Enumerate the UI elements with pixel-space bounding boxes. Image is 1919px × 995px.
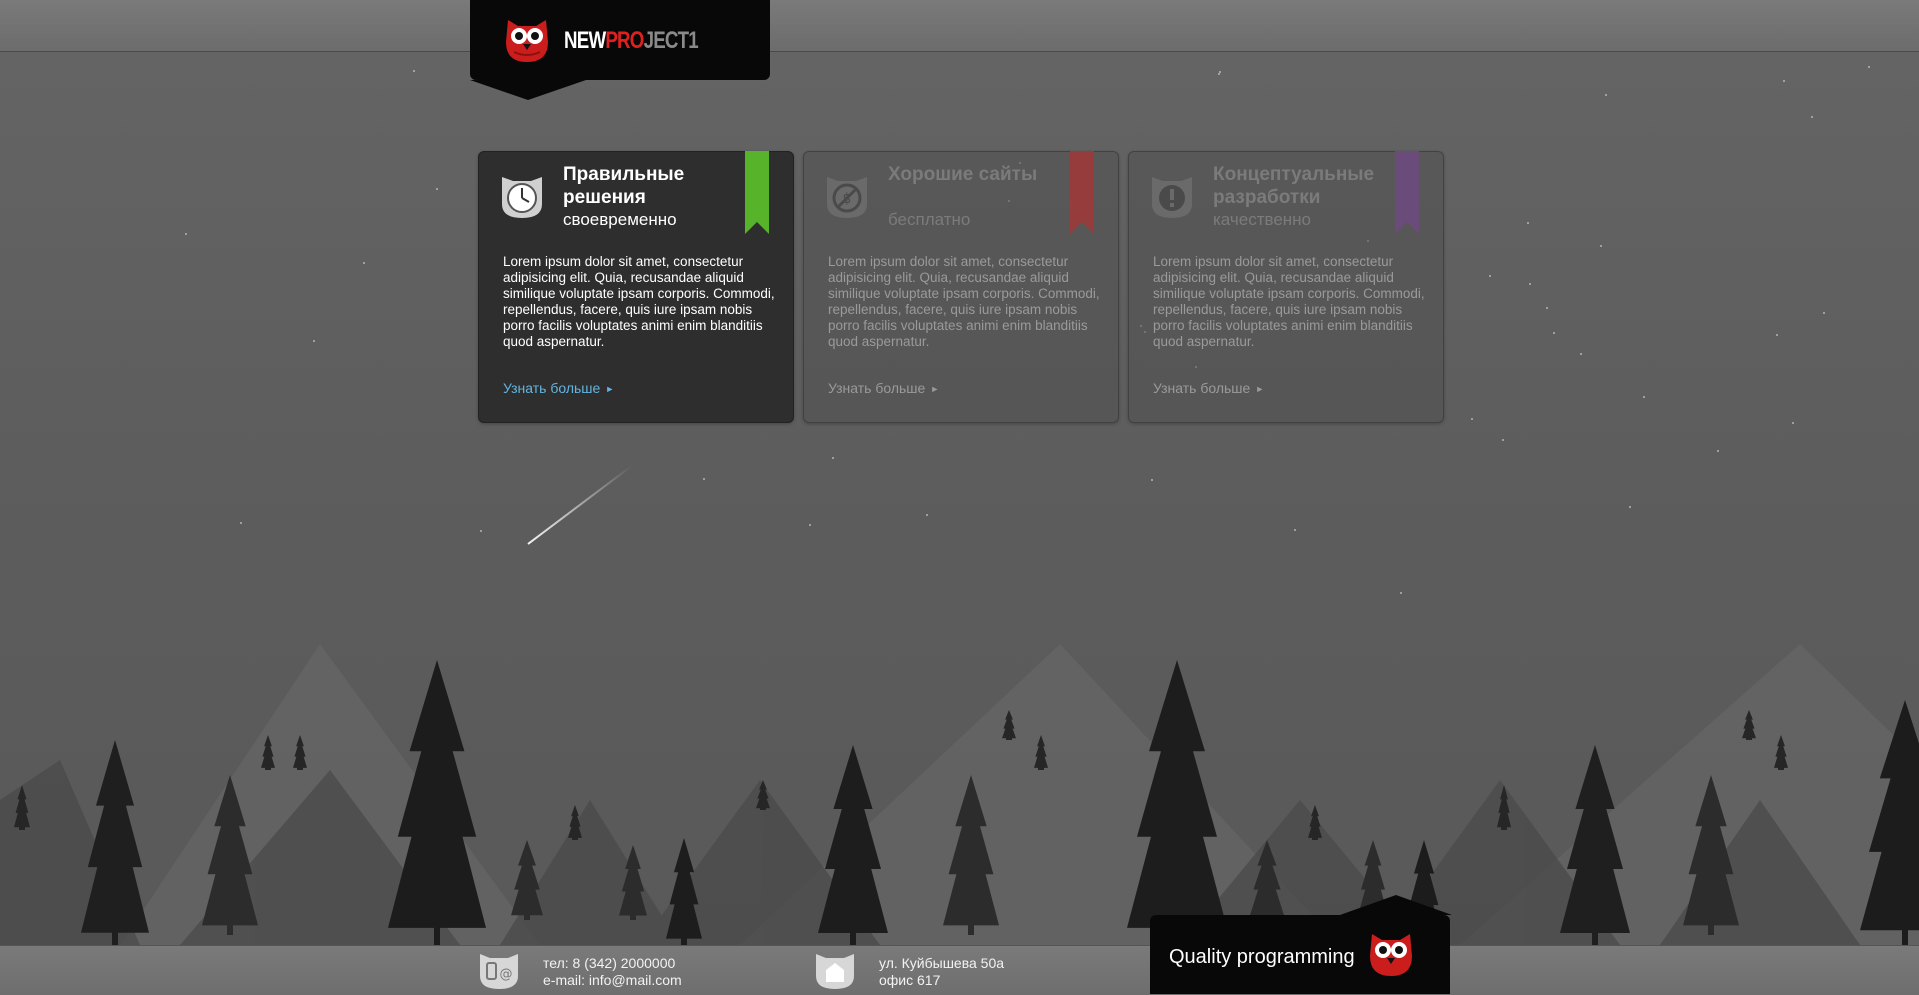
learn-more-label: Узнать больше — [1153, 380, 1251, 396]
learn-more-link[interactable]: Узнать больше ► — [828, 380, 939, 396]
arrow-right-icon: ► — [1255, 384, 1265, 394]
card-subtitle: качественно — [1213, 210, 1312, 229]
owl-logo-icon — [504, 18, 550, 69]
mountain-forest-landscape — [0, 644, 1919, 945]
footer: @ тел: 8 (342) 2000000 e-mail: info@mail… — [0, 945, 1919, 995]
owl-logo-icon — [1368, 932, 1414, 983]
logo-ject: JECT — [643, 27, 690, 54]
card-description: Lorem ipsum dolor sit amet, consectetur … — [828, 254, 1100, 349]
card-title: Правильные решения — [563, 164, 685, 208]
svg-text:$: $ — [843, 191, 852, 207]
feature-card[interactable]: Правильные решения своевременно Lorem ip… — [478, 151, 794, 423]
card-subtitle: своевременно — [563, 210, 677, 229]
feature-card[interactable]: Концептуальные разработки качественно Lo… — [1128, 151, 1444, 423]
site-logo[interactable]: NEWPROJECT1 — [470, 0, 770, 100]
office-number: офис 617 — [879, 972, 941, 988]
learn-more-label: Узнать больше — [828, 380, 926, 396]
learn-more-link[interactable]: Узнать больше ► — [503, 380, 614, 396]
learn-more-link[interactable]: Узнать больше ► — [1153, 380, 1264, 396]
svg-text:@: @ — [500, 967, 513, 982]
email-address[interactable]: e-mail: info@mail.com — [543, 972, 682, 988]
learn-more-label: Узнать больше — [503, 380, 601, 396]
badge-peak — [1340, 895, 1452, 915]
badge-text: Quality programming — [1169, 946, 1355, 968]
card-description: Lorem ipsum dolor sit amet, consectetur … — [1153, 254, 1425, 349]
arrow-right-icon: ► — [605, 384, 615, 394]
exclamation-icon — [1149, 174, 1195, 225]
ribbon-bookmark-red — [1070, 151, 1094, 234]
card-description: Lorem ipsum dolor sit amet, consectetur … — [503, 254, 775, 349]
card-title: Концептуальные разработки — [1213, 164, 1375, 208]
feature-card[interactable]: $ Хорошие сайты бесплатно Lorem ipsum do… — [803, 151, 1119, 423]
quality-badge: Quality programming — [1150, 895, 1452, 994]
pine-tree — [511, 840, 543, 920]
logo-new: NEW — [564, 27, 606, 54]
phone-number[interactable]: тел: 8 (342) 2000000 — [543, 955, 675, 971]
street-address: ул. Куйбышева 50а — [879, 955, 1005, 971]
no-money-icon: $ — [824, 174, 870, 225]
logo-wordmark: NEWPROJECT1 — [564, 27, 699, 55]
logo-pro: PRO — [605, 27, 644, 54]
card-title: Хорошие сайты — [888, 164, 1038, 185]
phone-email-icon: @ — [478, 952, 520, 995]
ribbon-bookmark-green — [745, 151, 769, 234]
home-icon — [814, 952, 856, 995]
arrow-right-icon: ► — [930, 384, 940, 394]
logo-number: 1 — [688, 27, 698, 54]
logo-tail — [470, 80, 586, 100]
clock-icon — [499, 174, 545, 225]
card-subtitle: бесплатно — [888, 210, 971, 229]
ribbon-bookmark-purple — [1395, 151, 1419, 234]
